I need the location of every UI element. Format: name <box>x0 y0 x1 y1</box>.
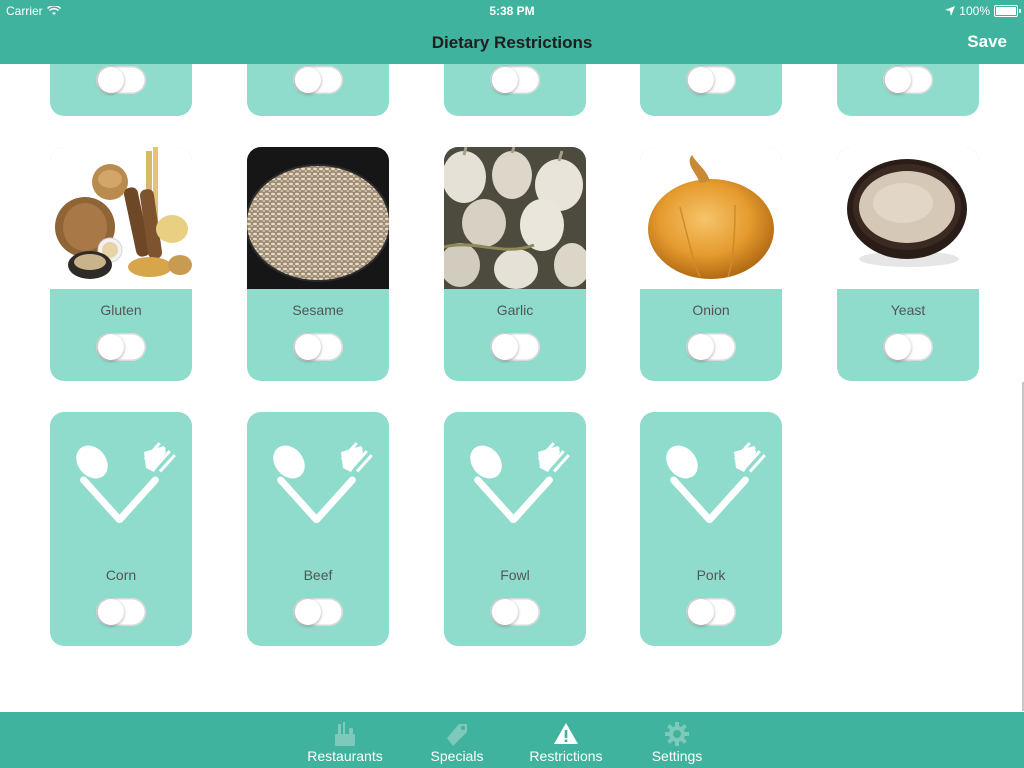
restriction-card-corn: Corn <box>50 412 192 646</box>
restriction-label: Sesame <box>292 302 344 318</box>
spoon-fork-icon <box>273 442 373 523</box>
restriction-card-pork: Pork <box>640 412 782 646</box>
restriction-card-beef: Beef <box>247 412 389 646</box>
restriction-toggle[interactable] <box>686 333 736 361</box>
restriction-card <box>444 64 586 116</box>
restriction-card-onion: Onion <box>640 147 782 381</box>
restrictions-grid[interactable]: Gluten Sesame Garlic Onion Yeast Corn Be… <box>0 64 1024 711</box>
restriction-card <box>50 64 192 116</box>
status-right: 100% <box>945 4 1021 18</box>
clock: 5:38 PM <box>489 4 535 18</box>
restriction-toggle[interactable] <box>686 598 736 626</box>
restriction-card-garlic: Garlic <box>444 147 586 381</box>
tab-label: Specials <box>430 748 484 764</box>
tab-bar: Restaurants Specials Restrictions Settin… <box>0 712 1024 768</box>
tab-label: Restrictions <box>529 748 603 764</box>
restriction-toggle[interactable] <box>490 66 540 94</box>
restriction-toggle[interactable] <box>96 66 146 94</box>
restriction-toggle[interactable] <box>686 66 736 94</box>
restriction-toggle[interactable] <box>293 598 343 626</box>
restriction-toggle[interactable] <box>490 598 540 626</box>
tag-icon <box>447 724 467 746</box>
tab-restrictions[interactable]: Restrictions <box>525 712 607 768</box>
sesame-image <box>247 147 389 289</box>
restriction-label: Beef <box>303 567 333 583</box>
restriction-card-sesame: Sesame <box>247 147 389 381</box>
spoon-fork-icon <box>666 442 766 523</box>
restriction-label: Onion <box>692 302 730 318</box>
onion-image <box>640 147 782 289</box>
restriction-toggle[interactable] <box>96 333 146 361</box>
tab-label: Restaurants <box>307 748 383 764</box>
battery-icon <box>994 5 1021 17</box>
spoon-fork-icon <box>76 442 176 523</box>
restriction-toggle[interactable] <box>883 333 933 361</box>
location-arrow-icon <box>945 6 956 16</box>
top-bar: Carrier 5:38 PM 100% Dietary Restriction… <box>0 0 1024 64</box>
restriction-card <box>640 64 782 116</box>
yeast-image <box>837 147 979 289</box>
restriction-label: Pork <box>696 567 726 583</box>
restriction-label: Fowl <box>500 567 530 583</box>
restriction-toggle[interactable] <box>490 333 540 361</box>
status-bar: Carrier 5:38 PM 100% <box>0 0 1024 22</box>
battery-percent: 100% <box>959 4 990 18</box>
tab-label: Settings <box>651 748 703 764</box>
restriction-card-gluten: Gluten <box>50 147 192 381</box>
spoon-fork-icon <box>470 442 570 523</box>
restaurant-icon <box>335 722 355 746</box>
restriction-toggle[interactable] <box>96 598 146 626</box>
restriction-toggle[interactable] <box>293 66 343 94</box>
restriction-toggle[interactable] <box>883 66 933 94</box>
tab-restaurants[interactable]: Restaurants <box>305 712 385 768</box>
restriction-label: Yeast <box>890 302 926 318</box>
gear-icon <box>665 722 689 746</box>
restriction-label: Garlic <box>496 302 534 318</box>
tab-specials[interactable]: Specials <box>420 712 494 768</box>
warning-icon <box>554 723 578 744</box>
save-button[interactable]: Save <box>967 32 1007 52</box>
restriction-label: Gluten <box>100 302 142 318</box>
page-title: Dietary Restrictions <box>431 33 593 52</box>
restriction-card-fowl: Fowl <box>444 412 586 646</box>
restriction-toggle[interactable] <box>293 333 343 361</box>
tab-settings[interactable]: Settings <box>646 712 708 768</box>
restriction-card <box>837 64 979 116</box>
restriction-label: Corn <box>105 567 137 583</box>
garlic-image <box>444 147 586 289</box>
gluten-image <box>50 147 192 289</box>
restriction-card <box>247 64 389 116</box>
restriction-card-yeast: Yeast <box>837 147 979 381</box>
